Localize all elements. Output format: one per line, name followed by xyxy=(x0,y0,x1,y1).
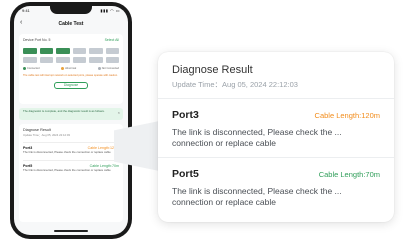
result-message: The link is disconnected, Please check t… xyxy=(172,186,342,207)
port-legend: Connected Abnormal Not Connected xyxy=(23,67,119,70)
result-entry-small: Port5 Cable Length:70m The link is disco… xyxy=(23,159,119,173)
port-selection-card: Device Port No. 5 Select All Connected A… xyxy=(19,34,123,104)
result-banner: The diagnostic is complete, and the diag… xyxy=(19,108,123,120)
result-title-small: Diagnose Result xyxy=(23,128,51,132)
legend-not-connected: Not Connected xyxy=(98,67,119,70)
diagnose-result-card-small: Diagnose Result Update Time：Aug 05, 2024… xyxy=(19,124,123,222)
port-cell[interactable] xyxy=(72,48,86,54)
port-cell[interactable] xyxy=(89,48,103,54)
close-icon[interactable]: × xyxy=(118,111,120,115)
result-entry-small: Port3 Cable Length:120m The link is disc… xyxy=(23,142,119,155)
app-bar: ‹ Cable Test xyxy=(14,18,128,30)
port-grid xyxy=(23,48,119,63)
port-cell[interactable] xyxy=(39,57,53,63)
port-cell[interactable] xyxy=(72,57,86,63)
port-cell[interactable] xyxy=(105,57,119,63)
result-entry-port3: Port3 Cable Length:120m The link is disc… xyxy=(158,99,394,157)
legend-abnormal: Abnormal xyxy=(61,67,76,70)
result-update-time: Update Time：Aug 05, 2024 22:12:03 xyxy=(172,80,298,89)
cable-length: Cable Length:70m xyxy=(318,170,380,179)
diagnose-button[interactable]: Diagnose xyxy=(54,81,88,89)
chevron-left-icon[interactable]: ‹ xyxy=(20,19,22,26)
port-cell[interactable] xyxy=(23,48,37,54)
result-message: The link is disconnected, Please check t… xyxy=(172,127,342,148)
result-message-small: The link is disconnected, Please check t… xyxy=(23,167,111,172)
port-card-heading: Device Port No. 5 xyxy=(23,38,51,42)
warning-note: The cable test will interrupt network on… xyxy=(23,74,118,78)
result-time-small: Update Time：Aug 05, 2024 22:12:03 xyxy=(23,133,70,137)
select-all-link[interactable]: Select All xyxy=(105,38,119,42)
home-indicator xyxy=(54,230,88,232)
port-name: Port3 xyxy=(172,109,199,121)
page-title: Cable Test xyxy=(58,21,84,27)
port-cell[interactable] xyxy=(23,57,37,63)
result-message-small: The link is disconnected, Please check t… xyxy=(23,150,111,154)
port-cell[interactable] xyxy=(56,57,70,63)
port-cell[interactable] xyxy=(105,48,119,54)
phone-screen: 9:41 ▮▮▮ ◠ ▭ ‹ Cable Test Device Port No… xyxy=(14,6,128,235)
result-header: Diagnose Result Update Time：Aug 05, 2024… xyxy=(158,52,394,99)
cable-length: Cable Length:120m xyxy=(314,111,380,120)
port-cell[interactable] xyxy=(56,48,70,54)
result-entry-port5: Port5 Cable Length:70m The link is disco… xyxy=(158,157,394,216)
diagnose-result-card: Diagnose Result Update Time：Aug 05, 2024… xyxy=(158,52,394,222)
port-name: Port5 xyxy=(172,168,199,180)
legend-connected: Connected xyxy=(23,67,40,70)
result-title: Diagnose Result xyxy=(172,64,253,76)
banner-text: The diagnostic is complete, and the diag… xyxy=(23,109,105,113)
port-cell[interactable] xyxy=(39,48,53,54)
phone-mockup: 9:41 ▮▮▮ ◠ ▭ ‹ Cable Test Device Port No… xyxy=(10,2,132,239)
status-time: 9:41 xyxy=(22,8,30,13)
port-cell[interactable] xyxy=(89,57,103,63)
signal-battery-icon: ▮▮▮ ◠ ▭ xyxy=(100,8,120,13)
status-bar: 9:41 ▮▮▮ ◠ ▭ xyxy=(22,8,120,16)
